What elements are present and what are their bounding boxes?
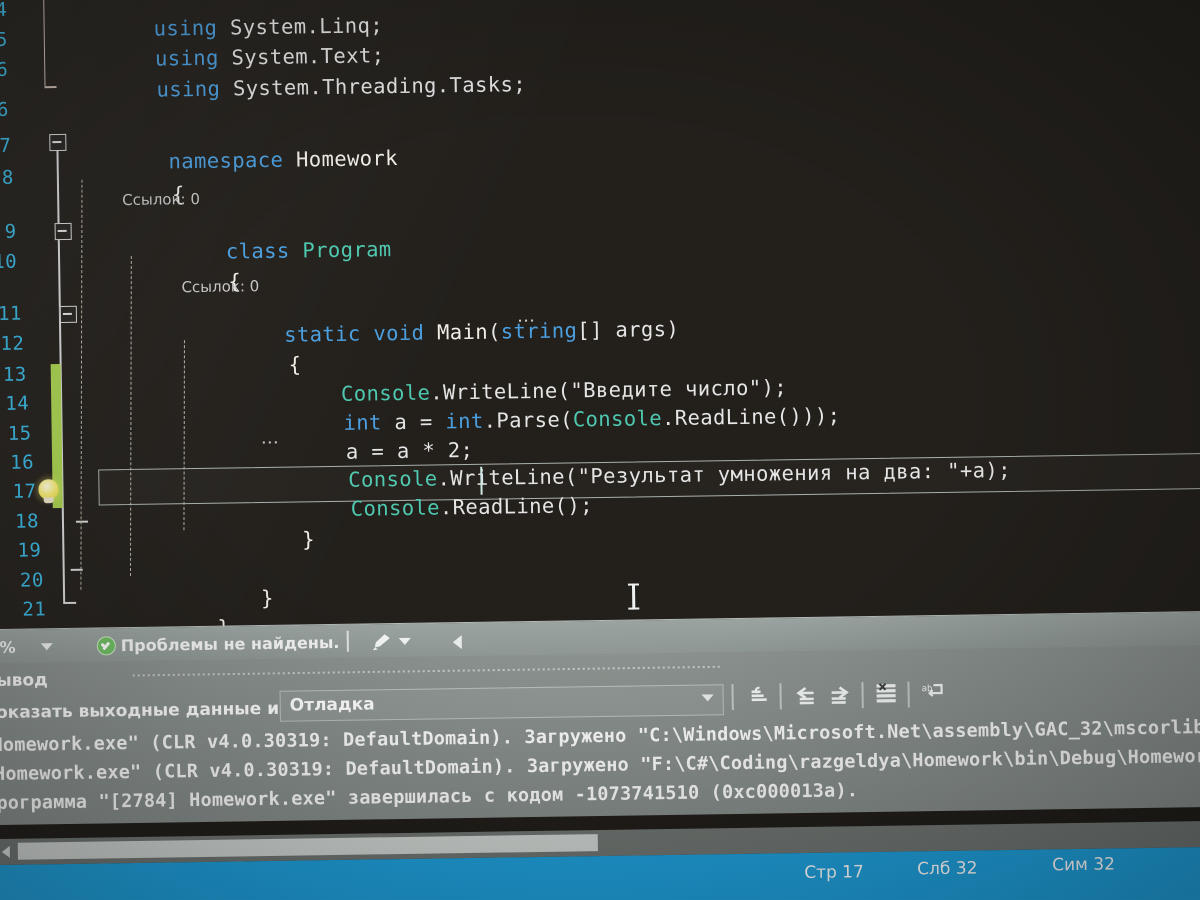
brace-close: } [302,527,316,552]
mouse-ibeam-cursor [628,583,639,610]
args-suggestion-dots[interactable] [517,318,536,323]
keyword-namespace: namespace [168,147,284,174]
scroll-left-arrow-icon[interactable] [1,845,10,858]
line-number-7: 7 [0,134,12,157]
line-number-4: 4 [0,0,8,21]
status-character-indicator: Сим 32 [1052,854,1116,876]
find-message-icon[interactable] [747,686,771,714]
class-fold-marker-icon[interactable] [54,222,72,241]
keyword-using: using [156,76,221,102]
line-number-14: 14 [5,392,30,415]
line-number-17: 17 [12,480,37,503]
output-source-label: Показать выходные данные из: [0,698,296,724]
namespace-name: Homework [295,145,399,172]
line-number-11: 11 [0,302,23,325]
status-line-indicator: Стр 17 [804,862,865,884]
line-number-13: 13 [2,363,27,386]
text-caret [480,466,483,495]
namespace-fold-foot [63,601,77,604]
code-editor[interactable]: 4 5 6 6 7 8 9 10 11 12 13 14 15 16 17 18… [0,0,1200,640]
line-number-6b: 6 [0,98,10,121]
keyword-string: string [500,318,578,344]
next-message-icon[interactable] [827,684,851,712]
line-number-16: 16 [10,451,35,474]
zoom-level-label[interactable]: 5 % [0,638,16,657]
console-type: Console [350,495,441,521]
no-problems-status-icon [96,636,116,656]
lightbulb-icon[interactable] [38,479,59,500]
args-signature: [] args) [577,316,680,343]
brush-icon[interactable] [371,633,391,651]
line-number-6: 6 [0,58,9,81]
paren-open: ( [487,319,501,344]
line-number-10: 10 [0,250,18,274]
line-number-15: 15 [7,422,32,445]
toolbar-divider-3 [861,682,864,709]
output-source-value: Отладка [289,694,375,716]
line-number-8: 8 [1,166,15,189]
output-panel-title[interactable]: Вывод [0,670,48,691]
toolbar-divider-4 [907,681,910,708]
line-number-20: 20 [19,569,45,592]
close-semicolon: )); [802,403,841,429]
line-number-21: 21 [22,598,47,621]
parse-call: .Parse( [483,407,574,433]
line-number-5: 5 [0,28,8,51]
previous-arrow-icon[interactable] [452,635,462,650]
scrollbar-thumb[interactable] [17,834,598,860]
namespace-fold-marker-icon[interactable] [49,133,67,152]
rename-suggestion-dots[interactable] [260,440,279,445]
codelens-class-references[interactable]: Ссылок: 0 [122,190,200,209]
console-type: Console [572,406,663,432]
output-source-chevron-down-icon[interactable] [701,694,714,702]
indent-guide-1 [80,179,83,590]
class-name: Program [302,237,392,263]
using-block-bracket [43,0,46,87]
codelens-method-references[interactable]: Ссылок: 0 [181,277,259,296]
output-line-3: Программа "[2784] Homework.exe" завершил… [0,780,859,815]
status-divider [346,630,349,652]
line-number-19: 19 [17,539,42,562]
line-number-9: 9 [4,220,17,243]
readline-statement: .ReadLine(); [439,493,594,520]
readline-call: .ReadLine() [661,404,803,431]
status-column-indicator: Слб 32 [917,858,978,880]
panel-drag-grip[interactable] [131,664,722,680]
method-fold-foot [75,520,88,523]
problems-status-label: Проблемы не найдены. [120,632,340,656]
toolbar-divider-1 [731,684,734,711]
output-panel: Вывод Показать выходные данные из: Отлад… [0,644,1200,826]
method-fold-marker-icon[interactable] [59,305,78,324]
previous-message-icon[interactable] [793,685,817,713]
toggle-word-wrap-icon[interactable]: ab [919,681,945,711]
monitor-photo: 4 5 6 6 7 8 9 10 11 12 13 14 15 16 17 18… [0,0,1200,900]
toolbar-divider-2 [779,683,782,710]
line-number-18: 18 [14,510,40,533]
brace-close: } [260,585,274,611]
method-name-main: Main [436,319,489,345]
brush-chevron-down-icon[interactable] [398,637,411,646]
keyword-void: void [373,320,425,346]
code-line-6: using System.Threading.Tasks; [54,48,527,127]
zoom-chevron-down-icon[interactable] [40,643,53,651]
using-system-threading-tasks: System.Threading.Tasks; [232,72,527,101]
clear-all-icon[interactable] [873,682,899,712]
line-number-12: 12 [0,332,25,355]
